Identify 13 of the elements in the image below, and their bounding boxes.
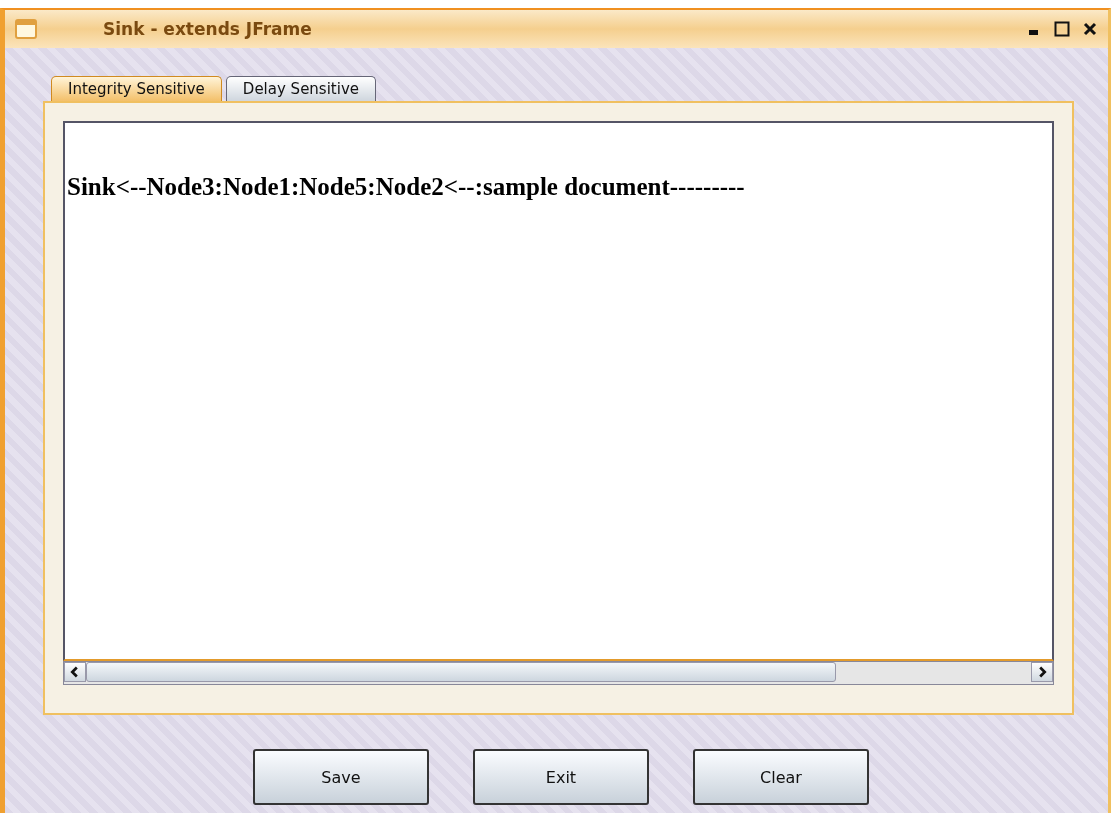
horizontal-scrollbar[interactable] [63,661,1054,685]
action-button[interactable]: Clear [693,749,869,805]
window-icon [15,19,37,39]
tab[interactable]: Delay Sensitive [225,76,376,101]
action-button[interactable]: Save [253,749,429,805]
window-title: Sink - extends JFrame [103,19,313,39]
close-icon[interactable] [1082,21,1098,37]
text-line: Sink<--Node3:Node1:Node5:Node2<--:sample document--------- [66,173,746,201]
text-area[interactable]: Sink<--Node3:Node1:Node5:Node2<--:sample document--------- [63,121,1054,661]
tab[interactable]: Integrity Sensitive [51,76,222,101]
action-button[interactable]: Exit [473,749,649,805]
maximize-icon[interactable] [1054,21,1070,37]
scrollbar-thumb[interactable] [86,662,836,682]
